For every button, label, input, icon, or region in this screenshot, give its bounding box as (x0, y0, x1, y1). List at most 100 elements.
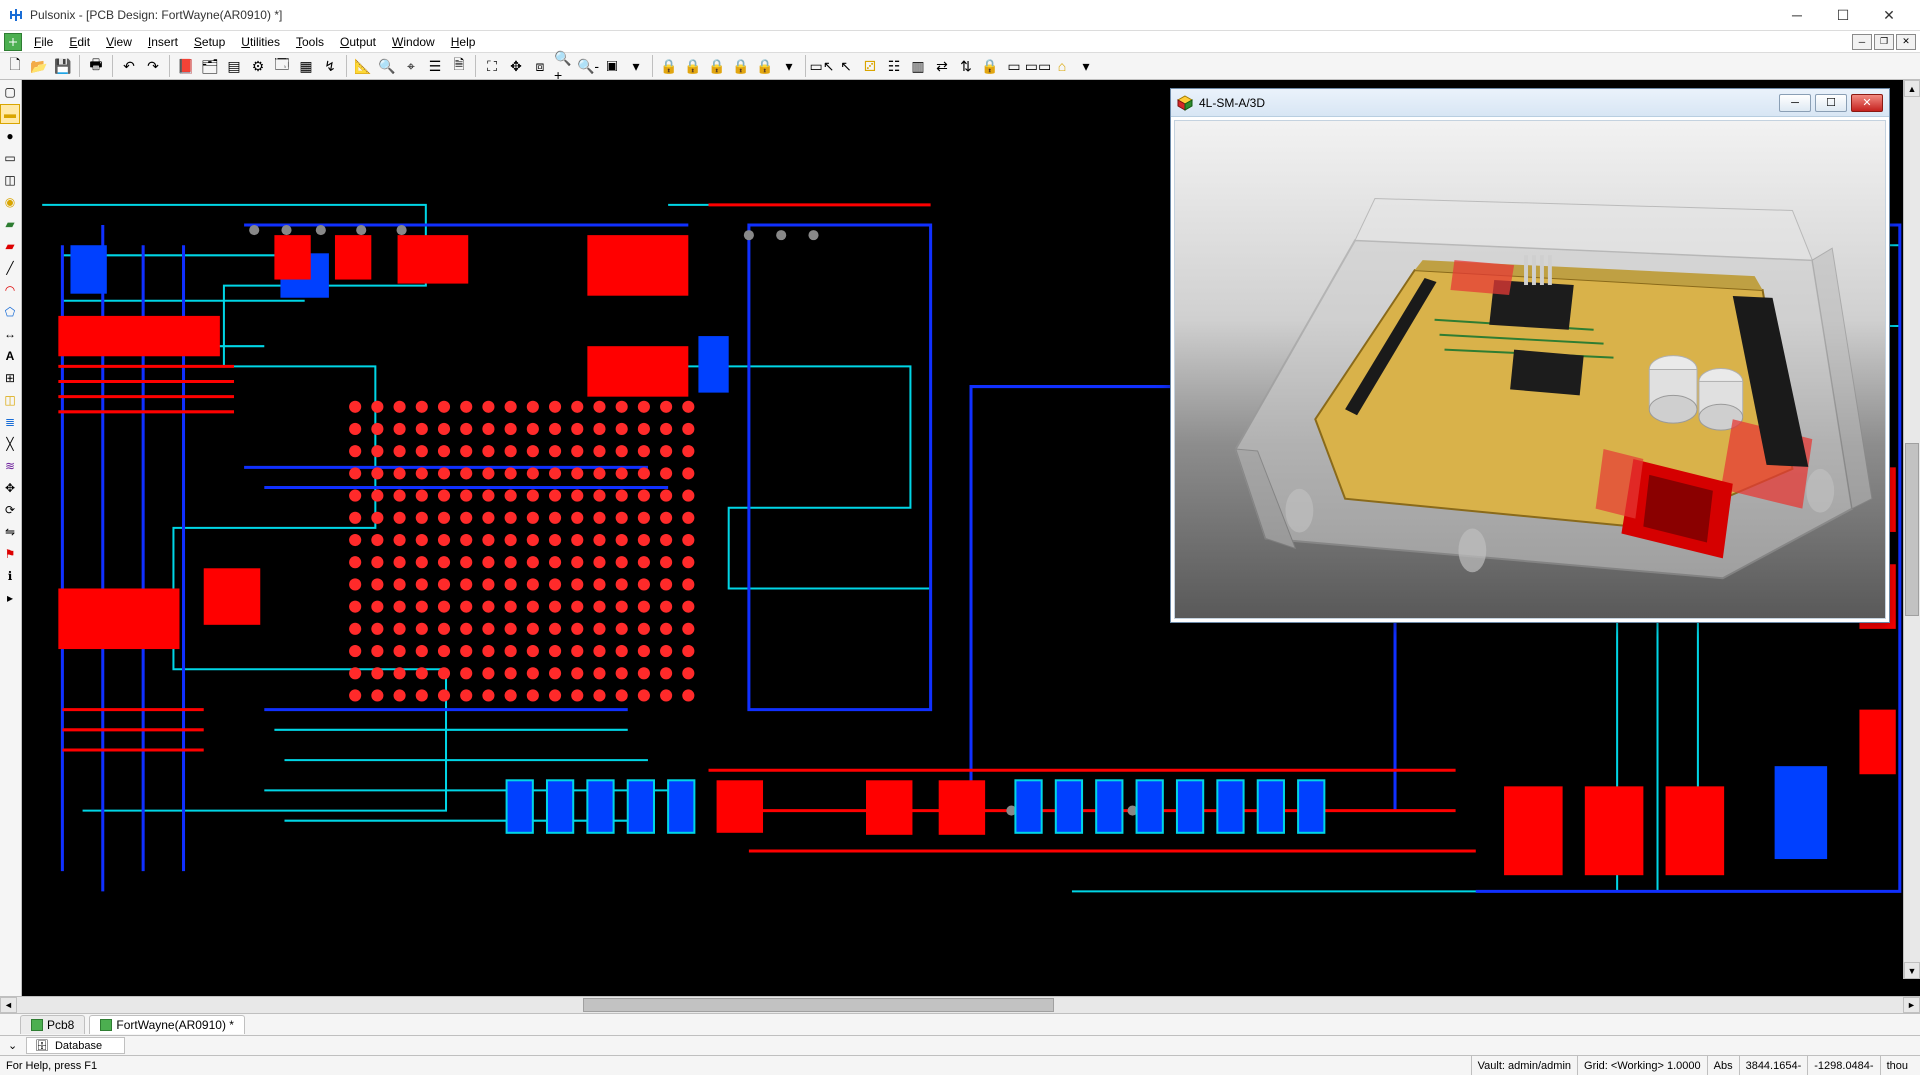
area-tool-icon[interactable]: ▰ (0, 236, 20, 256)
toolbar-dropdown2-icon[interactable]: ▾ (778, 55, 800, 77)
dim-tool-icon[interactable]: ↔ (0, 324, 20, 344)
bus-tool-icon[interactable]: ≋ (0, 456, 20, 476)
goto-icon[interactable]: ⌖ (400, 55, 422, 77)
close-button[interactable]: ✕ (1866, 0, 1912, 30)
menu-file[interactable]: File (26, 33, 61, 51)
design-settings-icon[interactable]: 🗔 (271, 55, 293, 77)
text-tool-icon[interactable]: ◫ (0, 170, 20, 190)
library-icon[interactable]: 📕 (175, 55, 197, 77)
3d-view-window[interactable]: 4L-SM-A/3D ─ ☐ ✕ (1170, 88, 1890, 623)
shape-tool-icon[interactable]: ▭ (0, 148, 20, 168)
3d-viewport[interactable] (1174, 120, 1886, 619)
scroll-left-icon[interactable]: ◄ (0, 997, 17, 1013)
move-tool-icon[interactable]: ✥ (0, 478, 20, 498)
menu-window[interactable]: Window (384, 33, 443, 51)
frame-view-icon[interactable]: ⛶ (481, 55, 503, 77)
new-icon[interactable]: 🗋 (4, 55, 26, 77)
open-icon[interactable]: 📂 (28, 55, 50, 77)
redo-icon[interactable]: ↷ (142, 55, 164, 77)
menu-edit[interactable]: Edit (61, 33, 98, 51)
lock-comp-icon[interactable]: 🔒 (979, 55, 1001, 77)
menu-setup[interactable]: Setup (186, 33, 233, 51)
mark-tool-icon[interactable]: ⚑ (0, 544, 20, 564)
mdi-control-icon[interactable] (4, 33, 22, 51)
net-tool-icon[interactable]: ╳ (0, 434, 20, 454)
zoom-extents-icon[interactable]: 🞕 (601, 55, 623, 77)
mdi-restore-button[interactable]: ❐ (1874, 34, 1894, 50)
menu-output[interactable]: Output (332, 33, 384, 51)
pad-tool-icon[interactable]: ◉ (0, 192, 20, 212)
line-tool-icon[interactable]: ╱ (0, 258, 20, 278)
hscroll-thumb[interactable] (583, 998, 1055, 1012)
save-icon[interactable]: 💾 (52, 55, 74, 77)
technology-icon[interactable]: ⚙ (247, 55, 269, 77)
cross-probe-icon[interactable]: ↯ (319, 55, 341, 77)
properties-icon[interactable]: ☰ (424, 55, 446, 77)
autoroute-icon[interactable]: ⇄ (931, 55, 953, 77)
database-button[interactable]: 🗄 Database (26, 1037, 125, 1054)
maximize-button[interactable]: ☐ (1820, 0, 1866, 30)
nets-icon[interactable]: ☷ (883, 55, 905, 77)
scroll-down-icon[interactable]: ▼ (1904, 962, 1920, 979)
autoplace-icon[interactable]: ▥ (907, 55, 929, 77)
menu-insert[interactable]: Insert (140, 33, 186, 51)
copper-tool-icon[interactable]: ▰ (0, 214, 20, 234)
via-tool-icon[interactable]: ● (0, 126, 20, 146)
pointer-icon[interactable]: ↖ (835, 55, 857, 77)
menu-view[interactable]: View (98, 33, 140, 51)
scroll-up-icon[interactable]: ▲ (1904, 80, 1920, 97)
horizontal-scrollbar[interactable]: ◄ ► (0, 996, 1920, 1013)
mdi-minimize-button[interactable]: ─ (1852, 34, 1872, 50)
arc-tool-icon[interactable]: ◠ (0, 280, 20, 300)
design-area[interactable]: 4L-SM-A/3D ─ ☐ ✕ (22, 80, 1920, 996)
toolbar-dropdown-icon[interactable]: ▾ (625, 55, 647, 77)
3d-close-button[interactable]: ✕ (1851, 94, 1883, 112)
symbol-tool-icon[interactable]: ⊞ (0, 368, 20, 388)
lock-green-icon[interactable]: 🔒 (682, 55, 704, 77)
group-tool-icon[interactable]: ◫ (0, 390, 20, 410)
tab-fortwayne[interactable]: FortWayne(AR0910) * (89, 1015, 245, 1034)
distribute-icon[interactable]: ▭▭ (1027, 55, 1049, 77)
textA-tool-icon[interactable]: A (0, 346, 20, 366)
undo-icon[interactable]: ↶ (118, 55, 140, 77)
swap-icon[interactable]: ⇅ (955, 55, 977, 77)
measure-icon[interactable]: 📐 (352, 55, 374, 77)
3d-window-titlebar[interactable]: 4L-SM-A/3D ─ ☐ ✕ (1171, 89, 1889, 117)
zoom-in-icon[interactable]: 🔍+ (553, 55, 575, 77)
lock-orange-icon[interactable]: 🔒 (730, 55, 752, 77)
mdi-close-button[interactable]: ✕ (1896, 34, 1916, 50)
rotate-tool-icon[interactable]: ⟳ (0, 500, 20, 520)
db-chevron-icon[interactable]: ⌄ (8, 1039, 20, 1052)
drc-icon[interactable]: ▦ (295, 55, 317, 77)
zoom-area-icon[interactable]: ⧈ (529, 55, 551, 77)
poly-tool-icon[interactable]: ⬠ (0, 302, 20, 322)
zoom-out-icon[interactable]: 🔍- (577, 55, 599, 77)
vscroll-thumb[interactable] (1905, 443, 1919, 616)
find-icon[interactable]: 🔍 (376, 55, 398, 77)
toolbar-dropdown3-icon[interactable]: ▾ (1075, 55, 1097, 77)
align-icon[interactable]: ▭ (1003, 55, 1025, 77)
print-icon[interactable]: 🖶 (85, 55, 107, 77)
lock-blue-icon[interactable]: 🔒 (706, 55, 728, 77)
select-icon[interactable]: ▭↖ (811, 55, 833, 77)
menu-utilities[interactable]: Utilities (233, 33, 288, 51)
component-icon[interactable]: ⚂ (859, 55, 881, 77)
tab-pcb8[interactable]: Pcb8 (20, 1015, 85, 1034)
3d-minimize-button[interactable]: ─ (1779, 94, 1811, 112)
lock-grey-icon[interactable]: 🔒 (754, 55, 776, 77)
scroll-right-icon[interactable]: ► (1903, 997, 1920, 1013)
layers-icon[interactable]: ▤ (223, 55, 245, 77)
home-icon[interactable]: ⌂ (1051, 55, 1073, 77)
3d-maximize-button[interactable]: ☐ (1815, 94, 1847, 112)
menu-tools[interactable]: Tools (288, 33, 332, 51)
mirror-tool-icon[interactable]: ⇋ (0, 522, 20, 542)
attr-tool-icon[interactable]: ≣ (0, 412, 20, 432)
minimize-button[interactable]: ─ (1774, 0, 1820, 30)
lock-yellow-icon[interactable]: 🔒 (658, 55, 680, 77)
expand-tool-icon[interactable]: ▸ (0, 588, 20, 608)
vertical-scrollbar[interactable]: ▲ ▼ (1903, 80, 1920, 979)
colours-icon[interactable]: 🗂 (199, 55, 221, 77)
pan-icon[interactable]: ✥ (505, 55, 527, 77)
menu-help[interactable]: Help (443, 33, 484, 51)
info-tool-icon[interactable]: ℹ (0, 566, 20, 586)
